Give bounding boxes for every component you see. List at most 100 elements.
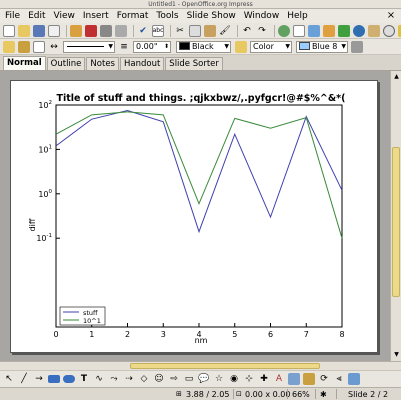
symbol-shapes-icon[interactable]: ☺ [153,373,165,385]
rectangle-tool-icon[interactable] [48,375,60,383]
text-icon[interactable] [3,40,15,53]
line-width-value: 0.00" [136,41,158,51]
glue-points-icon[interactable]: ✚ [258,373,270,385]
open-folder-icon[interactable] [18,24,30,37]
plot-area [55,104,343,328]
line-color-select[interactable]: Black ▼ [176,40,231,53]
block-arrows-icon[interactable]: ⇨ [168,373,180,385]
export-pdf-icon[interactable] [85,24,97,37]
line-style-icon[interactable] [33,40,45,53]
horizontal-scroll-thumb[interactable] [130,363,320,369]
tab-slide-sorter[interactable]: Slide Sorter [165,57,223,70]
size-icon: ⊡ [236,390,242,398]
show-draw-functions-icon[interactable] [338,24,350,37]
new-document-icon[interactable] [3,24,15,37]
tab-outline[interactable]: Outline [46,57,86,70]
copy-icon[interactable] [189,24,201,37]
menu-tools[interactable]: Tools [152,9,182,23]
area-color-value: Blue 8 [312,41,338,51]
redo-icon[interactable]: ↷ [256,25,268,37]
menu-view[interactable]: View [50,9,79,23]
slide-canvas[interactable]: Title of stuff and things. ;qjkxbwz/,.py… [10,80,378,353]
menu-insert[interactable]: Insert [79,9,113,23]
arrow-style-icon[interactable]: ↔ [48,41,60,53]
shadow-icon[interactable] [351,40,363,53]
line-arrow-tool-icon[interactable]: → [33,373,45,385]
navigator-icon[interactable] [353,24,365,37]
fontwork-icon[interactable] [323,24,335,37]
y-tick-label: 101 [38,144,52,154]
menu-help[interactable]: Help [283,9,312,23]
x-tick-label: 6 [268,330,273,339]
line-width-field[interactable]: 0.00" ⬍ [133,40,171,53]
from-file-icon[interactable] [288,373,300,385]
area-color-select[interactable]: Blue 8 ▼ [296,40,348,53]
zoom-level[interactable]: 66% [292,390,310,399]
area-style-select[interactable]: Color ▼ [250,40,292,53]
tab-notes[interactable]: Notes [86,57,119,70]
print-icon[interactable] [100,24,112,37]
paste-icon[interactable] [204,24,216,37]
curve-tool-icon[interactable]: ∿ [93,373,105,385]
lock-icon[interactable] [18,40,30,53]
print-preview-icon[interactable] [115,24,127,37]
align-icon[interactable]: ⫷ [333,373,345,385]
callouts-icon[interactable]: 💬 [198,373,210,385]
spellcheck-icon[interactable]: ✔ [137,25,149,37]
extrusion-icon[interactable] [303,373,315,385]
status-divider [315,389,316,399]
zoom-icon[interactable] [383,24,395,37]
chart-icon[interactable] [308,24,320,37]
line-tool-icon[interactable]: ╱ [18,373,30,385]
area-icon[interactable] [235,40,247,53]
flowchart-icon[interactable]: ▭ [183,373,195,385]
scroll-down-icon[interactable]: ▼ [392,350,401,359]
points-icon[interactable]: ⊹ [243,373,255,385]
basic-shapes-icon[interactable]: ◇ [138,373,150,385]
vertical-scroll-thumb[interactable] [392,147,400,297]
horizontal-scrollbar[interactable] [0,361,401,370]
cut-icon[interactable]: ✂ [174,25,186,37]
email-icon[interactable] [48,24,60,37]
fontwork-gallery-icon[interactable]: A [273,373,285,385]
separator [170,24,171,37]
autospellcheck-icon[interactable]: abc [152,24,164,37]
line-style-select[interactable]: ▼ [63,40,115,53]
select-arrow-icon[interactable]: ↖ [3,373,15,385]
text-tool-icon[interactable]: T [78,373,90,385]
arrange-icon[interactable] [348,373,360,385]
chevron-down-icon: ▼ [108,42,113,50]
scroll-up-icon[interactable]: ▲ [392,72,401,81]
menu-slide-show[interactable]: Slide Show [183,9,240,23]
rotate-icon[interactable]: ⟳ [318,373,330,385]
lines-arrows-icon[interactable]: ⇢ [123,373,135,385]
tab-handout[interactable]: Handout [119,57,165,70]
drawing-toolbar: ↖ ╱ → T ∿ ⤳ ⇢ ◇ ☺ ⇨ ▭ 💬 ☆ ◉ ⊹ ✚ A ⟳ ⫷ [0,370,401,387]
window-title: Untitled1 - OpenOffice.org Impress [148,1,253,8]
save-icon[interactable] [33,24,45,37]
ellipse-tool-icon[interactable] [63,375,75,383]
gallery-icon[interactable] [368,24,380,37]
y-axis-label: diff [28,218,37,231]
chart-legend: stuff 10^1 [59,306,106,326]
series-line-stuff [55,110,343,234]
hyperlink-icon[interactable] [278,24,290,37]
menu-format[interactable]: Format [113,9,153,23]
undo-icon[interactable]: ↶ [241,25,253,37]
separator [66,24,67,37]
menu-window[interactable]: Window [240,9,284,23]
line-color-value: Black [192,41,214,51]
menu-file[interactable]: File [4,9,24,23]
menu-edit[interactable]: Edit [24,9,49,23]
clone-formatting-icon[interactable]: 🖌 [219,25,231,37]
vertical-scrollbar[interactable]: ▲ ▼ [390,71,401,361]
stars-icon[interactable]: ☆ [213,373,225,385]
close-document-button[interactable]: × [385,10,397,22]
cursor-position: 3.88 / 2.05 [186,390,230,399]
edit-file-icon[interactable] [70,24,82,37]
table-icon[interactable] [293,24,305,37]
connector-tool-icon[interactable]: ⤳ [108,373,120,385]
tab-normal[interactable]: Normal [3,56,46,70]
3d-objects-icon[interactable]: ◉ [228,373,240,385]
separator [274,24,275,37]
